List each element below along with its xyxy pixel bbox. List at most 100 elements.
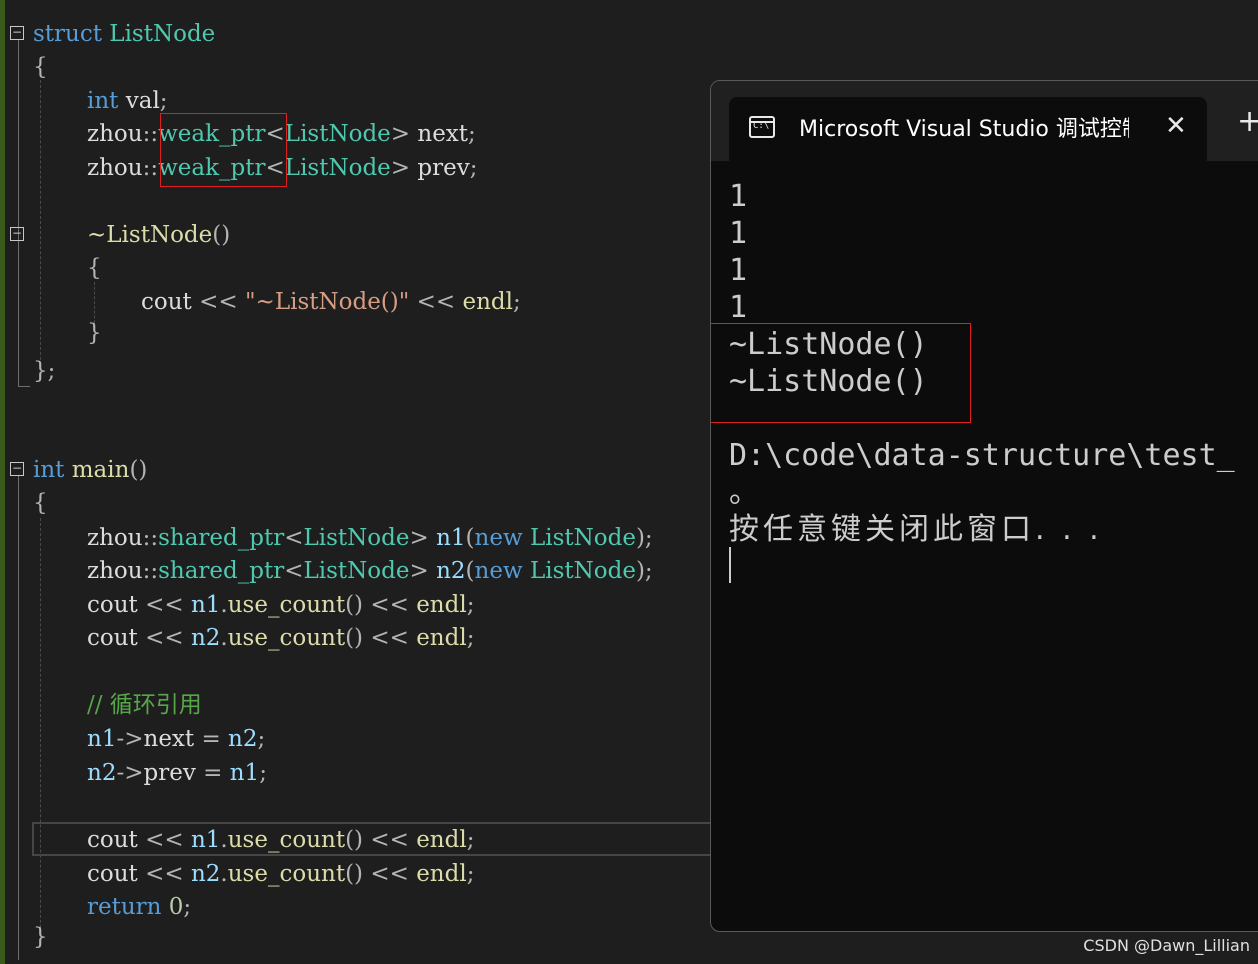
console-output-line: 1: [729, 179, 748, 214]
code-token: () <<: [345, 592, 417, 618]
close-icon[interactable]: ✕: [1165, 113, 1191, 139]
code-token: ~ListNode: [87, 222, 213, 248]
code-token: prev: [143, 760, 204, 786]
code-token: <<: [145, 625, 191, 651]
code-token: () <<: [345, 827, 417, 853]
code-line[interactable]: n1->next = n2;: [87, 724, 265, 754]
code-line[interactable]: zhou::shared_ptr<ListNode> n2(new ListNo…: [87, 556, 653, 586]
code-token: n2: [87, 760, 117, 786]
code-token: .: [220, 625, 228, 651]
code-token: use_count: [227, 625, 346, 651]
code-line[interactable]: struct ListNode: [33, 19, 215, 49]
console-output-line: D:\code\data-structure\test_: [729, 438, 1235, 473]
code-token: <<: [145, 827, 191, 853]
code-line[interactable]: cout << "~ListNode()" << endl;: [141, 287, 521, 317]
code-token: ;: [466, 827, 475, 853]
code-line[interactable]: // 循环引用: [87, 690, 202, 720]
code-line[interactable]: ~ListNode(): [87, 220, 230, 250]
code-token: // 循环引用: [87, 692, 202, 718]
collapse-toggle-destructor[interactable]: −: [10, 227, 24, 241]
fold-line: [18, 40, 19, 386]
code-token: >: [409, 525, 437, 551]
code-line[interactable]: {: [87, 253, 102, 283]
code-token: );: [635, 525, 653, 551]
console-output-line: 1: [729, 290, 748, 325]
console-output-line: 1: [729, 253, 748, 288]
code-token: int: [33, 457, 72, 483]
code-token: {: [33, 490, 48, 516]
highlight-box-weak-ptr: [160, 113, 287, 187]
code-token: endl: [416, 827, 467, 853]
console-tab[interactable]: C:\ Microsoft Visual Studio 调试控制台 ✕: [729, 97, 1207, 161]
code-line[interactable]: }: [87, 318, 102, 348]
code-token: ListNode: [529, 558, 636, 584]
collapse-toggle-struct[interactable]: −: [10, 26, 24, 40]
code-line[interactable]: cout << n1.use_count() << endl;: [87, 825, 474, 855]
code-token: ListNode: [529, 525, 636, 551]
code-token: ->: [116, 760, 144, 786]
tab-title: Microsoft Visual Studio 调试控制台: [799, 117, 1129, 142]
code-token: cout: [87, 827, 146, 853]
code-token: ;: [513, 289, 521, 315]
terminal-icon: C:\: [749, 116, 775, 138]
code-token: ListNode: [284, 155, 391, 181]
code-token: ;: [159, 88, 168, 114]
code-token: shared_ptr: [158, 558, 285, 584]
code-line[interactable]: }: [33, 922, 48, 952]
code-token: <<: [409, 289, 463, 315]
code-token: new: [474, 525, 530, 551]
code-line[interactable]: return 0;: [87, 892, 191, 922]
change-bar: [0, 0, 5, 16]
code-token: main: [71, 457, 130, 483]
code-token: ListNode: [284, 121, 391, 147]
code-token: ::: [142, 121, 159, 147]
code-token: prev: [417, 155, 470, 181]
code-token: endl: [416, 625, 467, 651]
code-token: ListNode: [109, 21, 216, 47]
code-line[interactable]: int main(): [33, 455, 147, 485]
code-line[interactable]: n2->prev = n1;: [87, 758, 267, 788]
code-token: zhou: [87, 121, 143, 147]
code-token: ListNode: [303, 525, 410, 551]
code-token: use_count: [227, 861, 346, 887]
collapse-toggle-main[interactable]: −: [10, 462, 24, 476]
code-token: >: [390, 121, 418, 147]
code-line[interactable]: cout << n1.use_count() << endl;: [87, 590, 474, 620]
debug-console-window[interactable]: C:\ Microsoft Visual Studio 调试控制台 ✕ + 1 …: [710, 80, 1258, 932]
code-token: val: [125, 88, 160, 114]
highlight-box-destructor-output: [711, 323, 971, 423]
code-line[interactable]: {: [33, 52, 48, 82]
code-token: () <<: [345, 861, 417, 887]
change-bar: [0, 16, 5, 964]
code-token: (: [465, 525, 475, 551]
code-token: <: [284, 525, 304, 551]
watermark: CSDN @Dawn_Lillian: [1083, 936, 1250, 955]
code-token: ;: [466, 625, 475, 651]
code-token: ::: [142, 558, 159, 584]
code-token: (): [129, 457, 148, 483]
code-token: cout: [87, 861, 146, 887]
code-line[interactable]: zhou::shared_ptr<ListNode> n1(new ListNo…: [87, 523, 653, 553]
code-token: ;: [183, 894, 192, 920]
code-token: endl: [416, 861, 467, 887]
code-token: {: [87, 255, 102, 281]
code-token: cout: [87, 592, 146, 618]
code-token: endl: [462, 289, 514, 315]
code-token: n1: [436, 525, 466, 551]
code-token: ;: [468, 121, 476, 147]
code-line[interactable]: cout << n2.use_count() << endl;: [87, 623, 474, 653]
console-output-line: 按任意键关闭此窗口. . .: [729, 512, 1103, 547]
code-token: .: [220, 827, 228, 853]
code-token: n2: [190, 861, 221, 887]
code-token: <<: [199, 289, 245, 315]
code-line[interactable]: };: [33, 356, 55, 386]
code-token: ;: [469, 155, 478, 181]
code-token: <<: [145, 592, 191, 618]
code-token: ;: [259, 760, 267, 786]
code-line[interactable]: {: [33, 488, 48, 518]
code-token: n1: [229, 760, 260, 786]
code-line[interactable]: cout << n2.use_count() << endl;: [87, 859, 474, 889]
new-tab-button[interactable]: +: [1237, 107, 1258, 137]
code-token: }: [87, 320, 102, 346]
code-line[interactable]: int val;: [87, 86, 168, 116]
